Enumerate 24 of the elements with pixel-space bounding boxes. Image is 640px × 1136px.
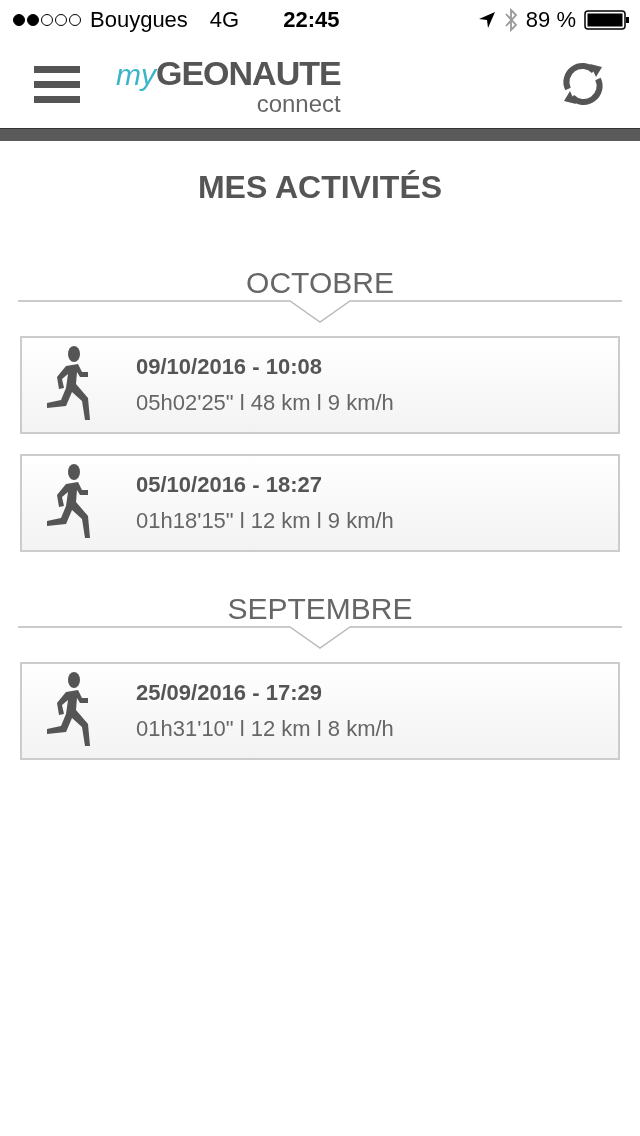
carrier-name: Bouygues [90,7,188,33]
activity-date: 25/09/2016 - 17:29 [136,680,323,706]
activity-stats: 05h02'25" l 48 km l 9 km/h [136,390,394,416]
battery-icon [584,10,630,30]
bluetooth-icon [503,8,518,32]
location-arrow-icon [477,11,496,29]
refresh-button[interactable] [560,61,606,107]
activity-card[interactable]: 09/10/2016 - 10:08 05h02'25" l 48 km l 9 km/h [20,336,620,434]
logo-name: GEONAUTE [156,53,341,93]
activity-stats: 01h18'15" l 12 km l 9 km/h [136,508,394,534]
activity-date: 09/10/2016 - 10:08 [136,354,323,380]
month-heading: OCTOBRE [246,266,394,300]
activity-card[interactable]: 25/09/2016 - 17:29 01h31'10" l 12 km l 8 km/h [20,662,620,760]
signal-icon [12,13,82,27]
activity-stats: 01h31'10" l 12 km l 8 km/h [136,716,394,742]
logo-suffix: connect [256,92,341,115]
activity-date: 05/10/2016 - 18:27 [136,472,323,498]
logo-prefix: my [116,57,156,92]
battery-percent: 89 % [525,7,576,33]
month-heading: SEPTEMBRE [227,592,413,626]
activity-card[interactable]: 05/10/2016 - 18:27 01h18'15" l 12 km l 9 km/h [20,454,620,552]
page-title: MES ACTIVITÉS [196,169,444,206]
clock-time: 22:45 [283,7,340,33]
network-type: 4G [209,7,240,33]
